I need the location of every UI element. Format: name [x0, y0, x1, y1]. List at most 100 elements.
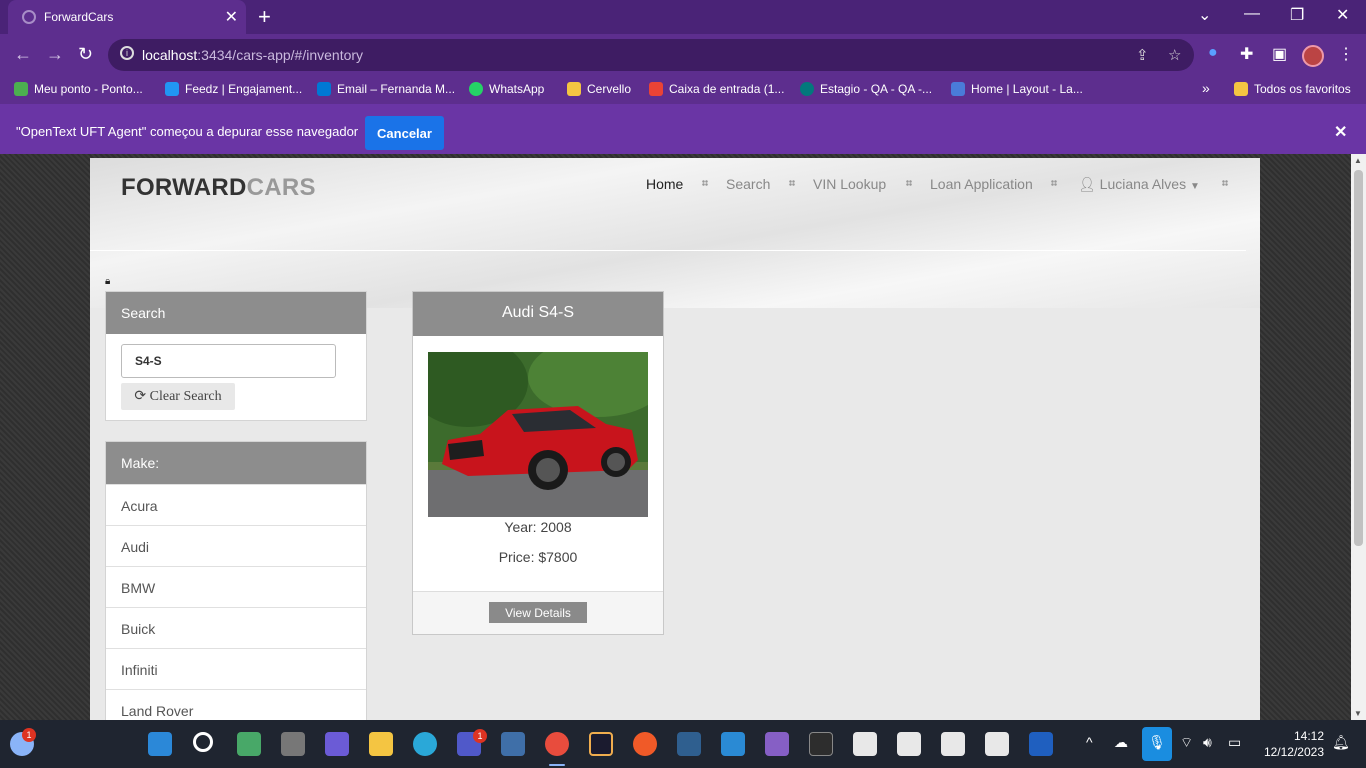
close-tab-icon[interactable]: ✕ — [225, 7, 238, 27]
bookmark-item[interactable]: Home | Layout - La... — [951, 82, 1083, 96]
cancel-debug-button[interactable]: Cancelar — [365, 116, 444, 150]
user-icon: 👤︎ — [1078, 176, 1096, 192]
make-panel-title: Make: — [106, 442, 366, 484]
search-icon[interactable] — [193, 732, 213, 752]
bookmark-item[interactable]: WhatsApp — [469, 82, 544, 96]
close-infobar-icon[interactable]: ✕ — [1334, 122, 1347, 142]
java-app-icon[interactable] — [897, 732, 921, 756]
car-price: Price: $7800 — [498, 549, 578, 565]
java-app-icon[interactable] — [941, 732, 965, 756]
visual-studio-icon[interactable] — [765, 732, 789, 756]
infobar-message: "OpenText UFT Agent" começou a depurar e… — [16, 124, 359, 139]
search-input[interactable] — [121, 344, 336, 378]
clock-time: 14:12 — [1293, 729, 1324, 743]
start-windows-icon[interactable] — [148, 732, 172, 756]
page-scrollbar[interactable]: ▲ ▼ — [1351, 154, 1366, 720]
azure-icon[interactable] — [1029, 732, 1053, 756]
scroll-down-icon[interactable]: ▼ — [1354, 709, 1362, 718]
vscode-icon[interactable] — [721, 732, 745, 756]
nav-loan-application[interactable]: Loan Application — [930, 176, 1033, 192]
extension-ai-icon[interactable]: ● — [1208, 44, 1218, 62]
gmail-icon — [649, 82, 663, 96]
bookmark-star-icon[interactable]: ☆ — [1168, 46, 1181, 64]
whatsapp-icon — [469, 82, 483, 96]
make-item-land-rover[interactable]: Land Rover — [106, 689, 366, 720]
side-panel-icon[interactable]: ▣ — [1272, 44, 1287, 64]
site-info-icon[interactable]: i — [120, 46, 134, 60]
new-tab-button[interactable]: + — [258, 4, 271, 30]
bookmark-item[interactable]: Cervello — [567, 82, 631, 96]
debug-infobar: "OpenText UFT Agent" começou a depurar e… — [0, 104, 1366, 154]
restore-button[interactable]: ❐ — [1290, 5, 1304, 25]
sharepoint-icon — [800, 82, 814, 96]
more-bookmarks-button[interactable]: » — [1202, 80, 1210, 96]
back-icon[interactable]: ← — [14, 44, 32, 65]
clear-search-button[interactable]: ⟳ Clear Search — [121, 383, 235, 410]
intellij-icon[interactable] — [589, 732, 613, 756]
reload-icon[interactable]: ↻ — [78, 44, 93, 65]
extensions-puzzle-icon[interactable]: ✚ — [1240, 44, 1253, 64]
postman-icon[interactable] — [633, 732, 657, 756]
terminal-icon[interactable] — [809, 732, 833, 756]
chat-icon[interactable] — [325, 732, 349, 756]
refresh-icon: ⟳ — [134, 389, 147, 404]
system-clock[interactable]: 14:12 12/12/2023 — [1262, 728, 1324, 760]
wifi-icon[interactable]: ⌔ — [1180, 734, 1193, 752]
scrollbar-thumb[interactable] — [1354, 170, 1363, 546]
tab-strip: ForwardCars ✕ + ⌄ — ❐ ✕ — [0, 0, 1366, 34]
edge-icon[interactable] — [413, 732, 437, 756]
make-item-audi[interactable]: Audi — [106, 525, 366, 566]
search-panel-title: Search — [106, 292, 366, 334]
make-item-bmw[interactable]: BMW — [106, 566, 366, 607]
nav-search[interactable]: Search — [726, 176, 770, 192]
tab-search-icon[interactable]: ⌄ — [1198, 5, 1211, 25]
make-item-infiniti[interactable]: Infiniti — [106, 648, 366, 689]
scroll-up-icon[interactable]: ▲ — [1354, 156, 1362, 165]
nav-separator — [1222, 180, 1228, 186]
java-app-icon[interactable] — [985, 732, 1009, 756]
remote-desktop-icon[interactable] — [501, 732, 525, 756]
chrome-icon[interactable] — [545, 732, 569, 756]
copilot-icon[interactable] — [237, 732, 261, 756]
view-details-button[interactable]: View Details — [489, 602, 587, 623]
site-logo[interactable]: FORWARDCARS — [121, 174, 316, 202]
bookmark-item[interactable]: Email – Fernanda M... — [317, 82, 455, 96]
url-text: localhost:3434/cars-app/#/inventory — [142, 47, 364, 63]
bookmark-item[interactable]: Estagio - QA - QA -... — [800, 82, 932, 96]
bookmark-favicon-icon — [14, 82, 28, 96]
nav-user-menu[interactable]: 👤︎ Luciana Alves ▼ — [1078, 176, 1200, 193]
nav-separator — [1051, 180, 1057, 186]
file-explorer-icon[interactable] — [369, 732, 393, 756]
forward-icon[interactable]: → — [46, 44, 64, 65]
nav-vin-lookup[interactable]: VIN Lookup — [813, 176, 886, 192]
weather-badge: 1 — [22, 728, 36, 742]
address-bar[interactable]: i localhost:3434/cars-app/#/inventory ⇪ … — [108, 39, 1194, 71]
microphone-icon[interactable]: 🎙︎ — [1142, 727, 1172, 761]
task-view-icon[interactable] — [281, 732, 305, 756]
java-app-icon[interactable] — [853, 732, 877, 756]
car-title: Audi S4-S — [413, 292, 663, 336]
network-tool-icon[interactable] — [677, 732, 701, 756]
page-viewport: FORWARDCARS Home Search VIN Lookup Loan … — [0, 154, 1366, 720]
volume-icon[interactable]: 🔊︎ — [1203, 734, 1212, 751]
battery-icon[interactable]: ▭ — [1228, 734, 1241, 751]
tab-forwardcars[interactable]: ForwardCars ✕ — [8, 0, 246, 34]
share-icon[interactable]: ⇪ — [1136, 46, 1149, 64]
notifications-icon[interactable]: 🔔︎ — [1332, 734, 1350, 751]
nav-home[interactable]: Home — [646, 176, 683, 192]
bookmark-item[interactable]: Meu ponto - Ponto... — [14, 82, 143, 96]
bookmark-item[interactable]: Feedz | Engajament... — [165, 82, 302, 96]
profile-avatar[interactable] — [1302, 45, 1324, 67]
onedrive-icon[interactable]: ☁ — [1114, 734, 1128, 751]
bookmarks-bar: Meu ponto - Ponto... Feedz | Engajament.… — [0, 76, 1366, 104]
site-container: FORWARDCARS Home Search VIN Lookup Loan … — [90, 158, 1260, 720]
show-hidden-icons[interactable]: ^ — [1086, 734, 1093, 750]
bookmark-item[interactable]: Caixa de entrada (1... — [649, 82, 784, 96]
make-item-acura[interactable]: Acura — [106, 484, 366, 525]
caret-down-icon: ▼ — [1189, 181, 1200, 192]
menu-kebab-icon[interactable]: ⋮ — [1338, 44, 1354, 64]
make-item-buick[interactable]: Buick — [106, 607, 366, 648]
close-window-button[interactable]: ✕ — [1336, 5, 1349, 25]
minimize-button[interactable]: — — [1244, 5, 1260, 23]
all-bookmarks-folder[interactable]: Todos os favoritos — [1234, 82, 1351, 96]
